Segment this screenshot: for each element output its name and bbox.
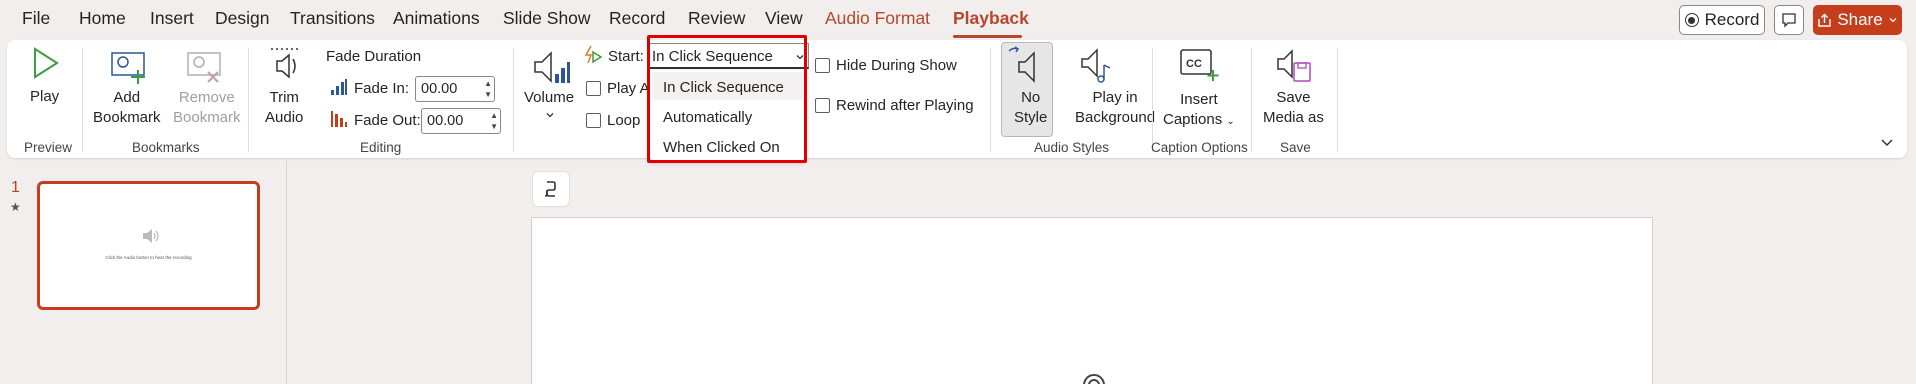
chevron-down-icon[interactable]	[795, 52, 805, 62]
speaker-icon	[143, 229, 159, 243]
start-label: Start:	[608, 48, 644, 65]
remove-bookmark-button[interactable]: Remove Bookmark	[173, 88, 241, 128]
group-separator	[1152, 48, 1153, 152]
tab-slide-show[interactable]: Slide Show	[503, 8, 591, 29]
tab-insert[interactable]: Insert	[150, 8, 194, 29]
share-button-label: Share	[1837, 10, 1883, 29]
tab-design[interactable]: Design	[215, 8, 269, 29]
play-icon	[34, 47, 59, 79]
tab-playback[interactable]: Playback	[953, 8, 1029, 29]
slide-thumbnail[interactable]: Click the Audio button to hear the recor…	[37, 181, 260, 310]
fade-duration-label: Fade Duration	[326, 48, 422, 65]
svg-text:CC: CC	[1186, 58, 1202, 70]
play-in-background-icon	[1081, 48, 1111, 83]
tab-file[interactable]: File	[22, 8, 50, 29]
copilot-icon	[544, 181, 556, 197]
trim-audio-icon	[271, 48, 299, 79]
copilot-button[interactable]	[532, 171, 570, 207]
remove-bookmark-icon	[187, 52, 221, 83]
play-in-background-button[interactable]: Play in Background	[1075, 88, 1155, 128]
loop-label: Loop	[607, 112, 641, 129]
tab-review[interactable]: Review	[688, 8, 745, 29]
share-button[interactable]: Share	[1813, 5, 1902, 35]
group-separator	[248, 48, 249, 152]
rotate-handle-icon[interactable]	[1080, 370, 1108, 384]
insert-captions-icon: CC	[1180, 49, 1219, 81]
group-separator	[1337, 48, 1338, 152]
tab-record[interactable]: Record	[609, 8, 665, 29]
group-separator	[513, 48, 514, 152]
slide-number: 1	[11, 179, 20, 196]
insert-captions-button[interactable]: Insert Captions ⌄	[1163, 90, 1235, 132]
tab-animations[interactable]: Animations	[393, 8, 480, 29]
no-style-label: No Style	[1014, 89, 1048, 126]
rewind-after-playing-label: Rewind after Playing	[836, 97, 974, 114]
save-media-icon	[1277, 49, 1311, 82]
group-separator	[990, 48, 991, 152]
hide-during-show-label: Hide During Show	[836, 57, 957, 74]
thumbnail-caption: Click the Audio button to hear the recor…	[105, 255, 192, 260]
group-label-caption-options: Caption Options	[1151, 140, 1248, 155]
add-bookmark-icon	[111, 52, 145, 84]
comments-button[interactable]	[1774, 5, 1804, 35]
group-separator	[1251, 48, 1252, 152]
chevron-down-icon	[546, 113, 554, 118]
active-tab-indicator	[953, 35, 1022, 38]
fade-out-icon	[331, 111, 347, 127]
play-across-slides-checkbox[interactable]	[586, 81, 601, 96]
save-media-as-button[interactable]: Save Media as	[1263, 88, 1324, 128]
start-select[interactable]: In Click Sequence	[647, 43, 809, 69]
start-option-automatically[interactable]: Automatically	[663, 109, 752, 126]
slide-canvas[interactable]	[531, 217, 1653, 384]
chevron-down-icon	[1889, 18, 1897, 23]
tab-audio-format[interactable]: Audio Format	[825, 8, 930, 29]
tab-view[interactable]: View	[765, 8, 803, 29]
comment-icon	[1782, 13, 1796, 28]
add-bookmark-button[interactable]: Add Bookmark	[93, 88, 161, 128]
volume-icon	[534, 51, 570, 83]
ribbon-expand-chevron-icon[interactable]	[1880, 138, 1894, 148]
group-label-audio-styles: Audio Styles	[1034, 140, 1110, 155]
no-style-icon	[1008, 46, 1035, 83]
spinner-arrows-icon[interactable]: ▲ ▼	[484, 78, 492, 100]
fade-out-input[interactable]: 00.00 ▲ ▼	[421, 108, 501, 134]
spinner-arrows-icon[interactable]: ▲ ▼	[490, 110, 498, 132]
volume-button[interactable]: Volume	[524, 88, 574, 108]
group-label-editing: Editing	[360, 140, 402, 155]
start-option-when-clicked-on[interactable]: When Clicked On	[663, 139, 780, 156]
rewind-after-playing-checkbox[interactable]	[815, 98, 830, 113]
group-label-bookmarks: Bookmarks	[132, 140, 200, 155]
tab-home[interactable]: Home	[79, 8, 126, 29]
pane-divider	[286, 161, 287, 384]
group-label-preview: Preview	[24, 140, 73, 155]
animation-star-icon: ★	[10, 200, 21, 214]
play-across-slides-label: Play A	[607, 80, 650, 97]
fade-out-label: Fade Out:	[354, 112, 421, 129]
share-icon	[1818, 13, 1832, 27]
record-button-label: Record	[1704, 10, 1760, 29]
fade-in-label: Fade In:	[354, 80, 410, 97]
loop-checkbox[interactable]	[586, 113, 601, 128]
play-button[interactable]: Play	[30, 87, 59, 107]
trim-audio-button[interactable]: Trim Audio	[265, 88, 303, 128]
record-button[interactable]: Record	[1679, 5, 1765, 35]
fade-in-input[interactable]: 00.00 ▲ ▼	[415, 76, 495, 102]
group-label-save: Save	[1280, 140, 1311, 155]
hide-during-show-checkbox[interactable]	[815, 58, 830, 73]
menu-bar: File Home Insert Design Transitions Anim…	[0, 0, 1916, 38]
tab-transitions[interactable]: Transitions	[290, 8, 375, 29]
start-option-in-click-sequence[interactable]: In Click Sequence	[663, 79, 784, 96]
start-icon	[584, 45, 603, 64]
record-icon	[1684, 13, 1699, 27]
start-dropdown-list: In Click Sequence Automatically When Cli…	[650, 70, 805, 160]
fade-in-icon	[331, 79, 347, 95]
group-separator	[82, 48, 83, 152]
